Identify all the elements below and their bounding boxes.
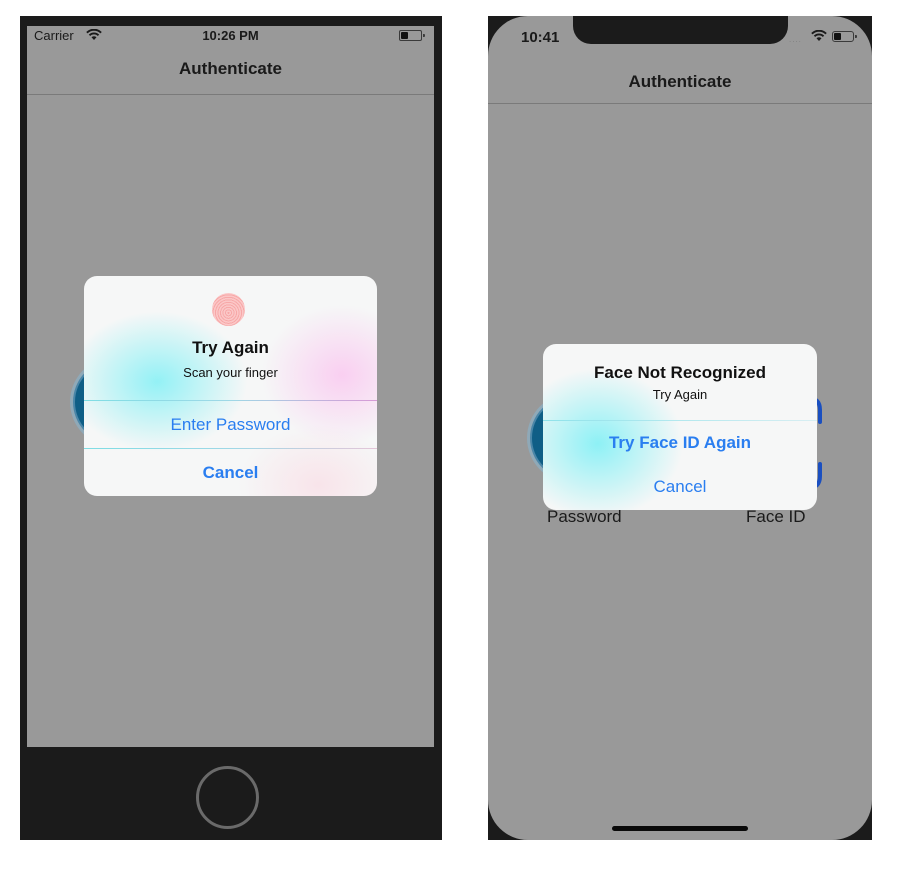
battery-level <box>834 33 841 40</box>
alert-title: Try Again <box>192 338 269 357</box>
face-id-phone: 10:41 .... Authenticate Password Face ID… <box>488 16 872 840</box>
cancel-button[interactable]: Cancel <box>84 449 377 496</box>
touch-id-phone: Carrier 10:26 PM Authenticate Try Again … <box>20 16 442 840</box>
nav-title: Authenticate <box>179 59 282 78</box>
try-face-id-again-button[interactable]: Try Face ID Again <box>543 421 817 465</box>
status-time: 10:26 PM <box>202 28 259 43</box>
phone-screen: Carrier 10:26 PM Authenticate Try Again … <box>27 26 434 747</box>
password-label: Password <box>547 507 622 526</box>
nav-divider <box>27 94 434 95</box>
cancel-button[interactable]: Cancel <box>543 465 817 509</box>
touch-id-alert: Try Again Scan your finger Enter Passwor… <box>84 276 377 496</box>
wifi-icon <box>811 30 827 41</box>
home-button[interactable] <box>196 766 259 829</box>
notch <box>573 16 788 44</box>
phone-screen: 10:41 .... Authenticate Password Face ID… <box>488 16 872 840</box>
battery-icon <box>399 30 425 41</box>
alert-message: Scan your finger <box>183 365 278 380</box>
home-indicator[interactable] <box>612 826 748 831</box>
face-id-alert: Face Not Recognized Try Again Try Face I… <box>543 344 817 510</box>
fingerprint-icon <box>212 293 245 326</box>
nav-title: Authenticate <box>628 72 732 91</box>
alert-message: Try Again <box>652 387 708 402</box>
signal-icon: .... <box>789 35 802 44</box>
nav-divider <box>488 103 872 104</box>
battery-icon <box>832 31 857 42</box>
battery-level <box>401 32 409 39</box>
face-id-label: Face ID <box>746 507 806 526</box>
enter-password-button[interactable]: Enter Password <box>84 401 377 448</box>
alert-title: Face Not Recognized <box>594 363 766 382</box>
status-time: 10:41 <box>521 29 560 46</box>
